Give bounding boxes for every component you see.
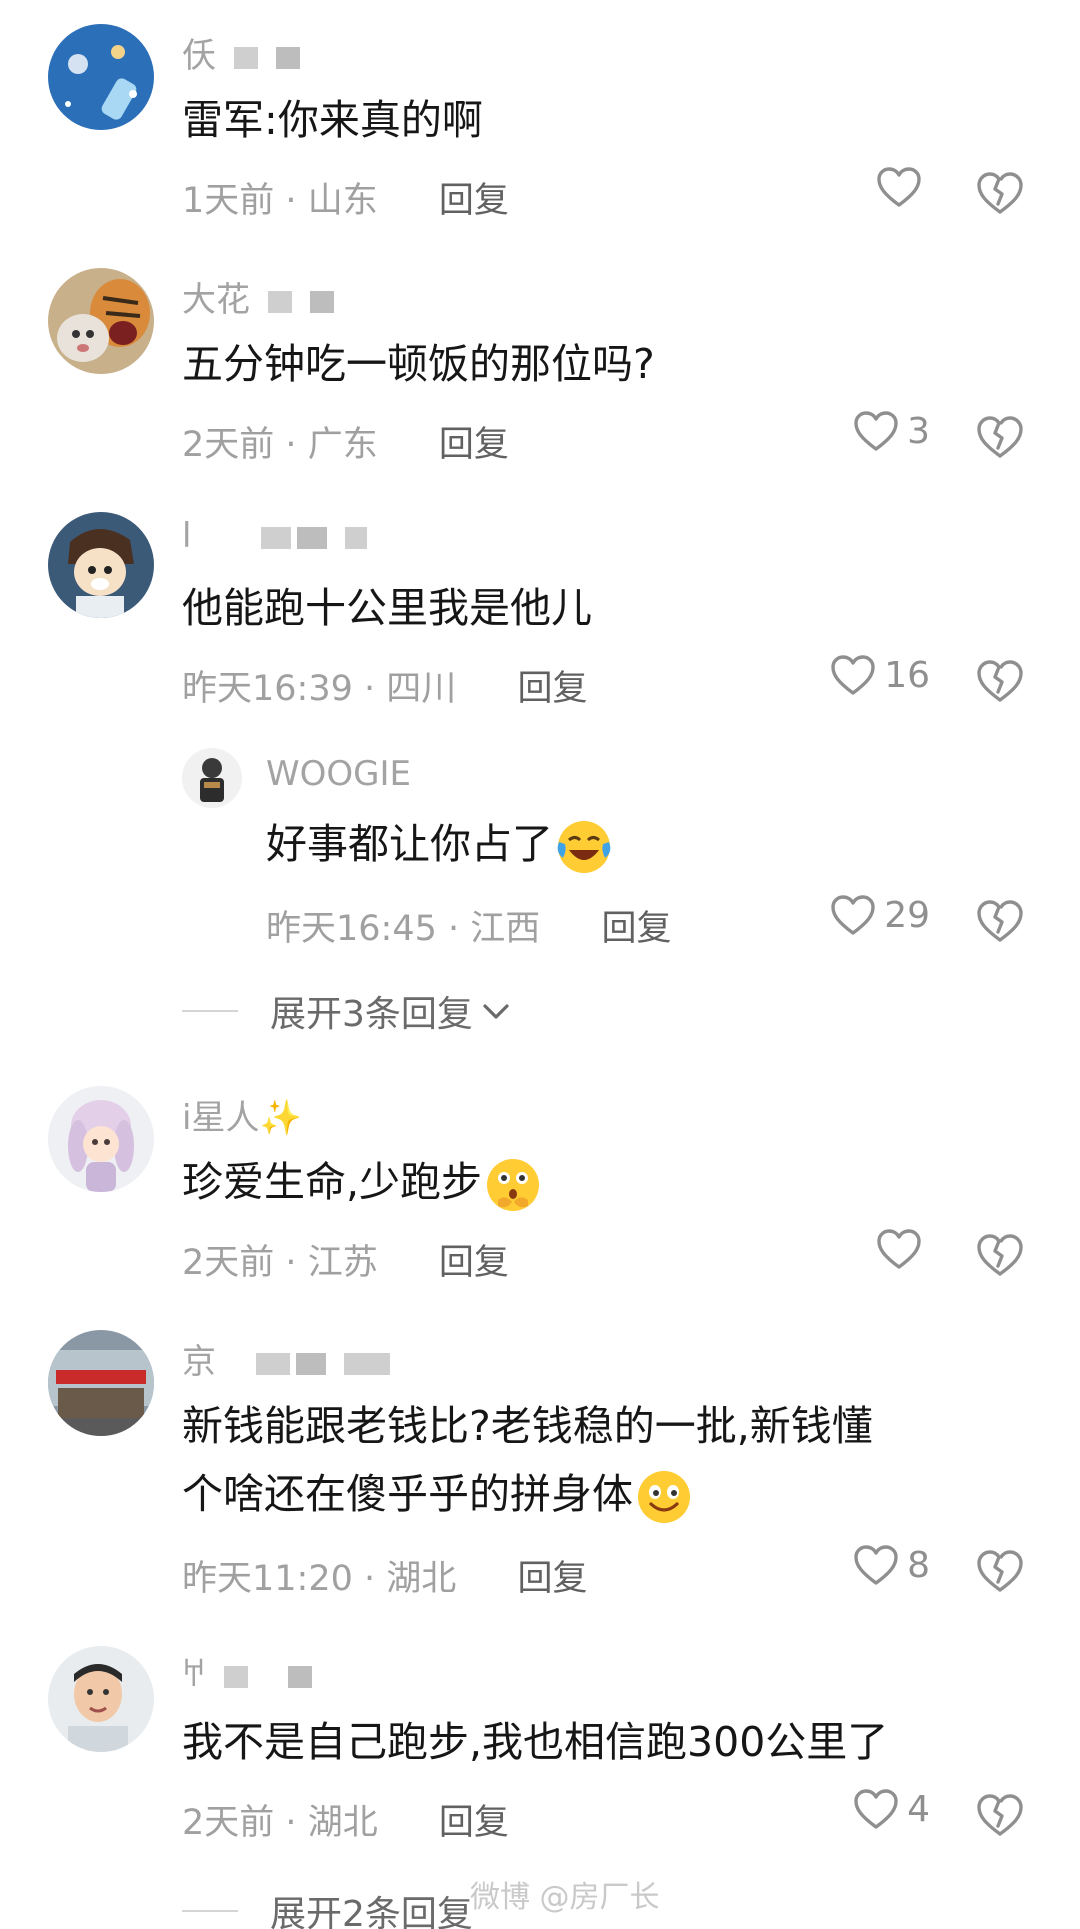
meta-separator: ·: [285, 1803, 297, 1843]
username[interactable]: 仸: [182, 28, 300, 77]
meta-separator: ·: [364, 1559, 376, 1599]
comment-location: 广东: [307, 425, 378, 465]
comment-meta: 1天前 · 山东 回复: [182, 172, 509, 223]
comment-time: 1天前: [182, 181, 275, 221]
comment-location: 湖北: [307, 1803, 378, 1843]
like-button[interactable]: 16: [820, 654, 930, 696]
reply-avatar[interactable]: [182, 748, 242, 808]
comment-meta: 2天前 · 湖北 回复: [182, 1794, 509, 1845]
comment-text: 五分钟吃一顿饭的那位吗?: [182, 340, 655, 388]
meta-separator: ·: [285, 1243, 297, 1283]
broken-heart-icon[interactable]: [975, 170, 1025, 216]
divider: [182, 1010, 238, 1012]
comment-text: 珍爱生命,少跑步: [182, 1148, 542, 1216]
like-count: 29: [884, 894, 930, 936]
heart-icon: [854, 411, 898, 451]
comment-text: 新钱能跟老钱比?老钱稳的一批,新钱懂: [182, 1402, 873, 1450]
heart-icon: [854, 1789, 898, 1829]
username[interactable]: 𐀀: [182, 1650, 312, 1696]
avatar[interactable]: [48, 24, 154, 130]
heart-icon: [831, 895, 875, 935]
reply-button[interactable]: 回复: [601, 909, 671, 949]
expand-replies-button[interactable]: 展开3条回复: [182, 985, 513, 1037]
expand-replies-button[interactable]: 展开2条回复: [182, 1885, 473, 1929]
smiling-emoji-icon: [638, 1471, 690, 1523]
comment-meta: 2天前 · 江苏 回复: [182, 1234, 509, 1285]
heart-icon: [831, 655, 875, 695]
reply-location: 江西: [470, 909, 541, 949]
reply-meta: 昨天16:45 · 江西 回复: [266, 900, 671, 951]
username[interactable]: 京: [182, 1334, 390, 1383]
avatar[interactable]: [48, 1646, 154, 1752]
like-count: 4: [907, 1788, 930, 1830]
comment-meta: 昨天11:20 · 湖北 回复: [182, 1550, 587, 1601]
like-button[interactable]: 29: [820, 894, 930, 936]
broken-heart-icon[interactable]: [975, 658, 1025, 704]
avatar[interactable]: [48, 1330, 154, 1436]
comment-meta: 2天前 · 广东 回复: [182, 416, 509, 467]
heart-icon: [877, 1229, 921, 1269]
like-button[interactable]: 4: [820, 1788, 930, 1830]
username[interactable]: 大花: [182, 272, 334, 321]
like-count: 3: [907, 410, 930, 452]
comment-time: 2天前: [182, 425, 275, 465]
username[interactable]: l: [182, 516, 368, 556]
chevron-down-icon: [483, 1004, 509, 1019]
reply-button[interactable]: 回复: [439, 1243, 509, 1283]
meta-separator: ·: [285, 425, 297, 465]
comment-text: 他能跑十公里我是他儿: [182, 584, 592, 632]
thinking-emoji-icon: [487, 1159, 540, 1211]
divider: [182, 1910, 238, 1912]
broken-heart-icon[interactable]: [975, 1792, 1025, 1838]
like-count: 8: [907, 1544, 930, 1586]
reply-time: 昨天16:45: [266, 909, 437, 949]
comment-list: 仸 雷军:你来真的啊 1天前 · 山东 回复 大花 五分钟吃一顿饭的那位吗? 2…: [0, 0, 1080, 1929]
crying-laughing-emoji-icon: [557, 821, 611, 873]
heart-icon: [854, 1545, 898, 1585]
comment-text: 雷军:你来真的啊: [182, 96, 483, 144]
heart-icon: [877, 167, 921, 207]
broken-heart-icon[interactable]: [975, 414, 1025, 460]
comment-location: 湖北: [386, 1559, 457, 1599]
reply-button[interactable]: 回复: [517, 1559, 587, 1599]
reply-button[interactable]: 回复: [439, 425, 509, 465]
broken-heart-icon[interactable]: [975, 1232, 1025, 1278]
avatar[interactable]: [48, 1086, 154, 1192]
username[interactable]: i星人✨: [182, 1090, 302, 1139]
comment-location: 江苏: [307, 1243, 378, 1283]
like-button[interactable]: 8: [820, 1544, 930, 1586]
meta-separator: ·: [285, 181, 297, 221]
comment-time: 2天前: [182, 1243, 275, 1283]
meta-separator: ·: [364, 669, 376, 709]
comment-time: 2天前: [182, 1803, 275, 1843]
broken-heart-icon[interactable]: [975, 898, 1025, 944]
reply-button[interactable]: 回复: [517, 669, 587, 709]
reply-button[interactable]: 回复: [439, 1803, 509, 1843]
reply-button[interactable]: 回复: [439, 181, 509, 221]
comment-text: 我不是自己跑步,我也相信跑300公里了: [182, 1718, 889, 1766]
comment-text: 个啥还在傻乎乎的拼身体: [182, 1460, 693, 1528]
avatar[interactable]: [48, 268, 154, 374]
comment-time: 昨天16:39: [182, 669, 353, 709]
like-button[interactable]: [820, 1228, 930, 1270]
comment-location: 山东: [307, 181, 378, 221]
meta-separator: ·: [448, 909, 460, 949]
reply-username[interactable]: WOOGIE: [266, 754, 411, 794]
like-count: 16: [884, 654, 930, 696]
reply-text: 好事都让你占了: [266, 810, 613, 878]
avatar[interactable]: [48, 512, 154, 618]
like-button[interactable]: [820, 166, 930, 208]
like-button[interactable]: 3: [820, 410, 930, 452]
comment-location: 四川: [386, 669, 457, 709]
broken-heart-icon[interactable]: [975, 1548, 1025, 1594]
watermark: 微博 @房厂长: [470, 1880, 660, 1915]
comment-time: 昨天11:20: [182, 1559, 353, 1599]
comment-meta: 昨天16:39 · 四川 回复: [182, 660, 587, 711]
